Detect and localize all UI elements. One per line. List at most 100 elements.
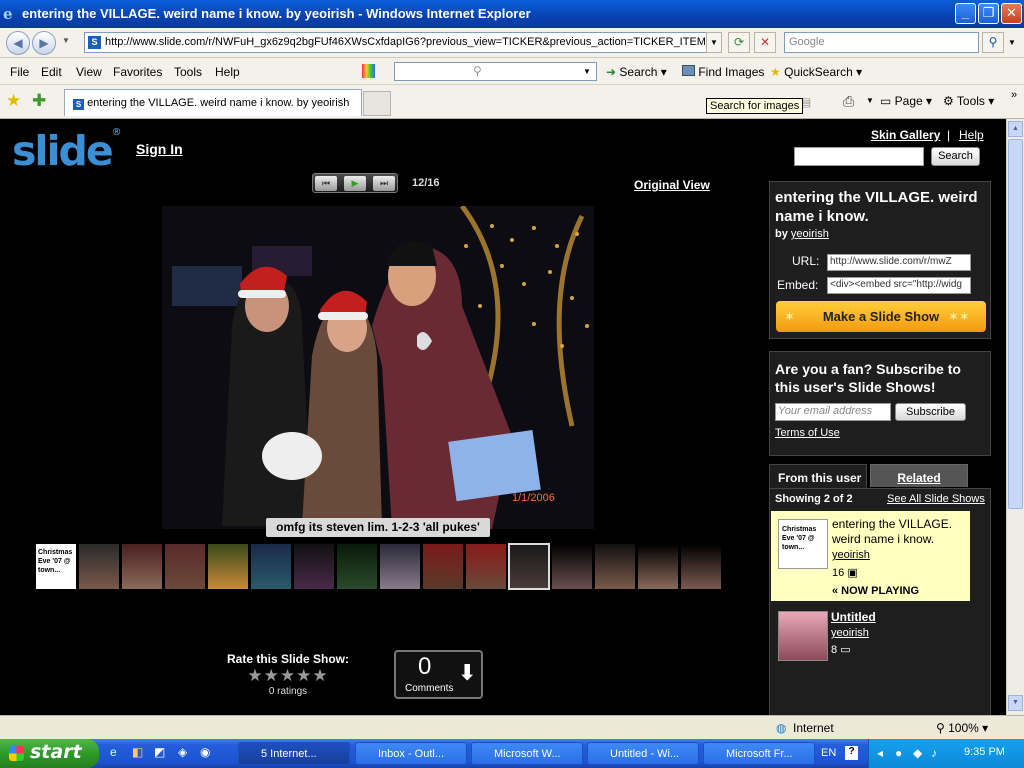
scroll-thumb[interactable] xyxy=(1008,139,1023,509)
task-outlook[interactable]: Inbox - Outl... xyxy=(355,742,467,765)
thumbnail-5[interactable] xyxy=(208,544,248,589)
sign-in-link[interactable]: Sign In xyxy=(136,141,183,157)
toolbar-search-input[interactable]: ⚲ xyxy=(394,62,597,81)
thumbnail-10[interactable] xyxy=(423,544,463,589)
find-images-button[interactable]: Find Images xyxy=(682,65,764,79)
quicklaunch-icon[interactable]: ◉ xyxy=(200,745,210,759)
thumbnail-16[interactable] xyxy=(681,544,721,589)
menu-file[interactable]: File xyxy=(10,65,29,79)
page-menu-button[interactable]: ▭ Page ▾ xyxy=(880,94,932,108)
terms-of-use-link[interactable]: Terms of Use xyxy=(775,427,840,439)
history-dropdown-icon[interactable]: ▼ xyxy=(62,36,70,45)
email-input[interactable]: Your email address xyxy=(775,403,891,421)
slideshow-item-current[interactable]: Christmas Eve '07 @ town... entering the… xyxy=(771,511,970,601)
url-field[interactable]: S http://www.slide.com/r/NWFuH_gx6z9q2bg… xyxy=(84,32,722,53)
chevron-more-icon[interactable]: » xyxy=(1011,89,1017,101)
thumbnail-12-selected[interactable] xyxy=(508,543,550,590)
next-icon[interactable]: ⏭ xyxy=(373,176,395,191)
tray-icon[interactable]: ● xyxy=(895,746,902,760)
thumbnail-11[interactable] xyxy=(466,544,506,589)
thumbnail-8[interactable] xyxy=(337,544,377,589)
quicklaunch-icon[interactable]: ◩ xyxy=(154,745,165,759)
menu-view[interactable]: View xyxy=(76,65,102,79)
thumbnail-14[interactable] xyxy=(595,544,635,589)
task-internet-explorer[interactable]: 5 Internet... xyxy=(238,742,350,765)
help-icon[interactable]: ? xyxy=(845,746,858,760)
forward-button[interactable]: ▶ xyxy=(32,31,56,55)
play-icon[interactable]: ▶ xyxy=(344,176,366,191)
skin-gallery-link[interactable]: Skin Gallery xyxy=(871,128,940,142)
menu-tools[interactable]: Tools xyxy=(174,65,202,79)
thumbnail-13[interactable] xyxy=(552,544,592,589)
zoom-level[interactable]: ⚲ 100% ▾ xyxy=(936,721,988,735)
minimize-button[interactable]: _ xyxy=(955,3,976,24)
task-word[interactable]: Microsoft W... xyxy=(471,742,583,765)
search-go-icon[interactable]: ⚲ xyxy=(982,32,1004,53)
menu-help[interactable]: Help xyxy=(215,65,240,79)
subscribe-button[interactable]: Subscribe xyxy=(895,403,966,421)
slideshow-item-title-2[interactable]: Untitled xyxy=(831,610,876,624)
tray-icon[interactable]: ◆ xyxy=(913,746,922,760)
thumbnail-4[interactable] xyxy=(165,544,205,589)
comments-button[interactable]: 0 Comments ⬇ xyxy=(394,650,483,699)
refresh-icon[interactable]: ⟳ xyxy=(728,32,750,53)
tab-from-this-user[interactable]: From this user xyxy=(769,464,867,489)
thumbnail-3[interactable] xyxy=(122,544,162,589)
thumbnail-7[interactable] xyxy=(294,544,334,589)
see-all-link[interactable]: See All Slide Shows xyxy=(887,493,985,505)
quicksearch-button[interactable]: ★ QuickSearch ▾ xyxy=(770,65,862,79)
site-search-input[interactable] xyxy=(794,147,924,166)
menu-edit[interactable]: Edit xyxy=(41,65,62,79)
original-view-link[interactable]: Original View xyxy=(634,178,710,192)
tab-related[interactable]: Related xyxy=(870,464,968,487)
close-button[interactable]: ✕ xyxy=(1001,3,1022,24)
author-link[interactable]: yeoirish xyxy=(791,228,829,240)
search-options-icon[interactable]: ▼ xyxy=(1008,38,1016,47)
rating-stars[interactable]: ★★★★★ xyxy=(226,666,350,686)
make-slideshow-button[interactable]: ✶ Make a Slide Show ✶✶ xyxy=(776,301,986,332)
thumbnail-1[interactable]: Christmas Eve '07 @ town... xyxy=(36,544,76,589)
quicklaunch-icon[interactable]: ◧ xyxy=(132,745,143,759)
embed-code-field[interactable]: <div><embed src="http://widg xyxy=(827,277,971,294)
help-link[interactable]: Help xyxy=(959,128,984,142)
scroll-down-icon[interactable]: ▼ xyxy=(1008,695,1023,711)
start-button[interactable]: start xyxy=(0,739,99,768)
task-frontpage[interactable]: Microsoft Fr... xyxy=(703,742,815,765)
task-paint[interactable]: Untitled - Wi... xyxy=(587,742,699,765)
thumbnail-2[interactable] xyxy=(79,544,119,589)
language-indicator[interactable]: EN xyxy=(821,747,836,759)
tab-current[interactable]: S entering the VILLAGE. weird name i kno… xyxy=(64,89,362,116)
tray-icon[interactable]: ◂ xyxy=(877,746,883,760)
thumbnail-6[interactable] xyxy=(251,544,291,589)
slide-logo[interactable]: slide® xyxy=(12,127,122,175)
print-icon[interactable]: ⎙ xyxy=(843,93,854,110)
tools-menu-button[interactable]: ⚙ Tools ▾ xyxy=(943,94,994,108)
scroll-up-icon[interactable]: ▲ xyxy=(1008,121,1023,137)
thumbnail-9[interactable] xyxy=(380,544,420,589)
toolbar-search-button[interactable]: ➜ Search ▾ xyxy=(606,65,667,79)
site-search-button[interactable]: Search xyxy=(931,147,980,166)
window-titlebar[interactable]: e entering the VILLAGE. weird name i kno… xyxy=(0,0,1024,28)
quicklaunch-ie-icon[interactable]: e xyxy=(110,745,117,759)
favorites-star-icon[interactable]: ★ xyxy=(6,91,21,111)
new-tab-button[interactable] xyxy=(363,91,391,116)
menu-favorites[interactable]: Favorites xyxy=(113,65,162,79)
slideshow-item-author[interactable]: yeoirish xyxy=(832,549,870,561)
slideshow-item-author-2[interactable]: yeoirish xyxy=(831,627,869,639)
google-search-input[interactable]: Google xyxy=(784,32,979,53)
share-url-field[interactable]: http://www.slide.com/r/mwZ xyxy=(827,254,971,271)
vertical-scrollbar[interactable]: ▲ ▼ xyxy=(1006,119,1024,715)
stop-icon[interactable]: ✕ xyxy=(754,32,776,53)
toolbar-search-dropdown-icon[interactable]: ▼ xyxy=(583,67,591,76)
back-button[interactable]: ◀ xyxy=(6,31,30,55)
slide-photo[interactable]: 1/1/2006 xyxy=(162,206,594,529)
url-dropdown-icon[interactable]: ▼ xyxy=(706,32,722,53)
thumbnail-15[interactable] xyxy=(638,544,678,589)
volume-icon[interactable]: ♪ xyxy=(931,746,937,760)
add-favorite-icon[interactable]: ✚ xyxy=(32,91,46,111)
previous-icon[interactable]: ⏮ xyxy=(315,176,337,191)
maximize-button[interactable]: ❐ xyxy=(978,3,999,24)
quicklaunch-icon[interactable]: ◈ xyxy=(178,745,187,759)
print-dropdown-icon[interactable]: ▼ xyxy=(866,96,874,105)
slideshow-thumb-2[interactable] xyxy=(778,611,828,661)
